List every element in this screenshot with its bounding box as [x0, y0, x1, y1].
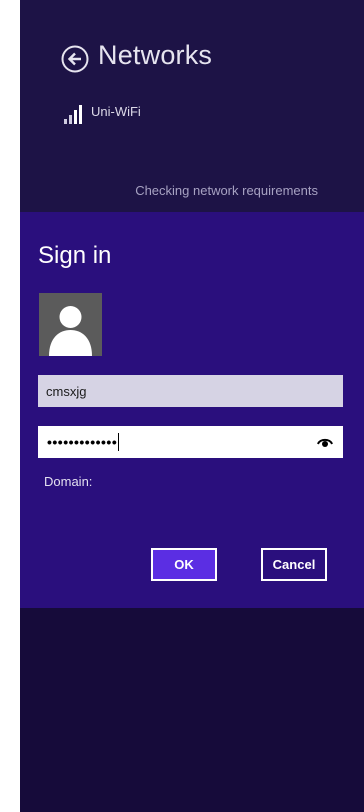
- text-caret: [118, 433, 120, 451]
- back-arrow-circle-icon: [61, 45, 89, 73]
- sign-in-title: Sign in: [38, 242, 112, 269]
- username-field[interactable]: cmsxjg: [38, 375, 343, 407]
- password-field[interactable]: •••••••••••••: [38, 426, 343, 458]
- password-value: •••••••••••••: [47, 434, 118, 450]
- domain-label: Domain:: [44, 474, 93, 489]
- back-button[interactable]: [60, 44, 90, 74]
- network-charm-pane: Networks Uni-WiFi Checking network requi…: [20, 0, 364, 812]
- connection-status: Checking network requirements: [135, 183, 318, 198]
- page-title: Networks: [98, 40, 213, 70]
- sign-in-panel: Sign in cmsxjg ••••••••••••• Domain: OK …: [20, 212, 364, 608]
- network-name[interactable]: Uni-WiFi: [91, 104, 141, 119]
- wifi-signal-bars-icon: [64, 104, 86, 124]
- user-silhouette-icon: [49, 306, 92, 356]
- avatar: [39, 293, 102, 356]
- networks-header: Networks Uni-WiFi Checking network requi…: [20, 0, 364, 212]
- username-value: cmsxjg: [46, 383, 87, 399]
- eye-reveal-icon[interactable]: [317, 436, 333, 448]
- ok-button[interactable]: OK: [151, 548, 217, 581]
- cancel-button[interactable]: Cancel: [261, 548, 327, 581]
